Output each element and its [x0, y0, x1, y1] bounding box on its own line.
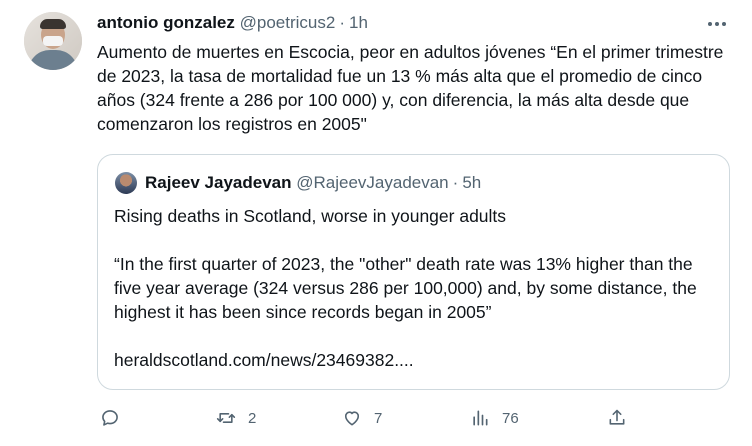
tweet-header: antonio gonzalez @poetricus2 · 1h — [97, 13, 368, 33]
like-count: 7 — [374, 409, 383, 427]
avatar-hair — [40, 19, 66, 29]
view-count: 76 — [502, 409, 519, 427]
analytics-icon — [473, 410, 488, 426]
quoted-author-avatar[interactable] — [115, 172, 137, 194]
more-horizontal-icon-dot — [722, 22, 726, 26]
quoted-tweet-text: Rising deaths in Scotland, worse in youn… — [114, 204, 724, 372]
like-button[interactable]: 7 — [342, 404, 382, 432]
quoted-tweet-time[interactable]: 5h — [462, 173, 481, 192]
quoted-author-handle[interactable]: @RajeevJayadevan — [296, 173, 448, 192]
reply-icon — [102, 410, 118, 426]
quoted-tweet[interactable]: Rajeev Jayadevan @RajeevJayadevan · 5h Ris… — [97, 154, 730, 390]
header-separator: · — [339, 13, 345, 32]
share-icon — [609, 409, 625, 425]
author-handle[interactable]: @poetricus2 — [240, 13, 336, 32]
more-horizontal-icon-dot — [715, 22, 719, 26]
retweet-button[interactable]: 2 — [216, 404, 256, 432]
reply-button[interactable] — [100, 404, 132, 432]
heart-icon — [344, 411, 360, 426]
author-name[interactable]: antonio gonzalez — [97, 13, 235, 32]
quoted-header-separator: · — [452, 173, 459, 192]
retweet-icon — [216, 413, 236, 423]
share-button[interactable] — [607, 404, 627, 432]
avatar-mask — [43, 36, 63, 46]
quoted-link[interactable]: heraldscotland.com/news/23469382.... — [114, 348, 724, 372]
quoted-author-name[interactable]: Rajeev Jayadevan — [145, 173, 292, 192]
views-button[interactable]: 76 — [470, 404, 519, 432]
quoted-tweet-header: Rajeev Jayadevan @RajeevJayadevan · 5h — [145, 173, 481, 193]
tweet-text: Aumento de muertes en Escocia, peor en a… — [97, 42, 724, 134]
tweet-card[interactable]: antonio gonzalez @poetricus2 · 1h Aumento … — [0, 0, 752, 446]
more-horizontal-icon — [708, 22, 712, 26]
quoted-text-paragraph: “In the first quarter of 2023, the "othe… — [114, 254, 697, 322]
tweet-time[interactable]: 1h — [349, 13, 368, 32]
author-avatar[interactable] — [24, 12, 82, 70]
quoted-text-line: Rising deaths in Scotland, worse in youn… — [114, 206, 507, 226]
more-options-button[interactable] — [708, 18, 728, 30]
retweet-count: 2 — [248, 409, 257, 427]
action-bar: 2 7 76 — [0, 404, 752, 434]
